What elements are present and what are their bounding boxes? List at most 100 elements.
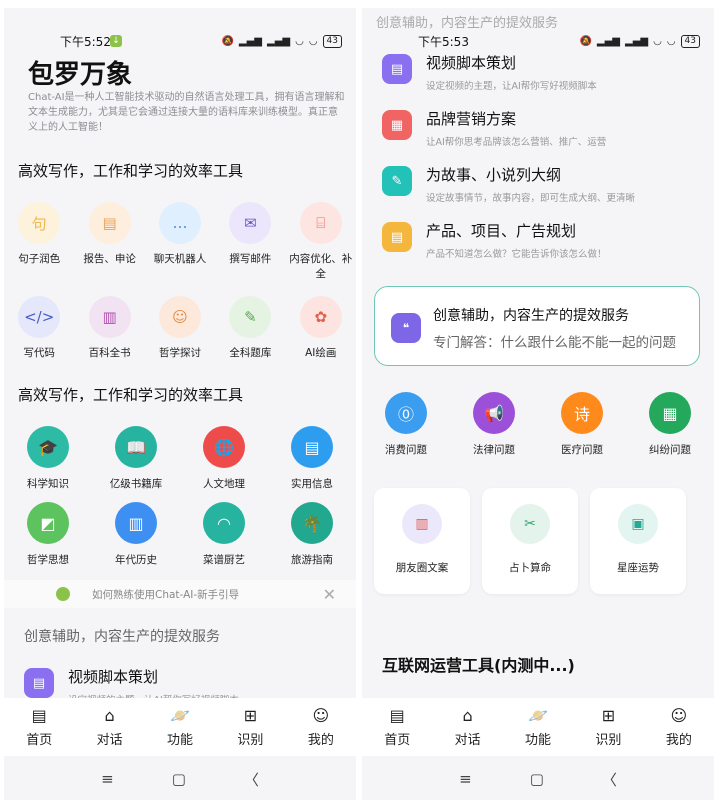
creative-list-item[interactable]: ▦ 品牌营销方案 让AI帮你思考品牌该怎么营销、推广、运营 xyxy=(382,108,606,148)
tools-section-title: 互联网运营工具(内测中...) xyxy=(382,656,575,675)
back-icon[interactable]: 〈 xyxy=(244,769,259,790)
tool-item[interactable]: ▥ 百科全书 xyxy=(74,296,144,390)
list-item-icon: ✎ xyxy=(382,166,412,196)
problem-grid: ⓪ 消费问题 📢 法律问题 诗医疗问题 ▦ 纠纷问题 xyxy=(362,392,714,468)
tool-label: 句子润色 xyxy=(18,253,61,265)
tool-item[interactable]: ✉ 撰写邮件 xyxy=(215,202,285,296)
knowledge-item[interactable]: ▥ 年代历史 xyxy=(92,502,180,578)
tab-chat[interactable]: ⌂ 对话 xyxy=(432,698,502,756)
tool-item[interactable]: ☺ 哲学探讨 xyxy=(145,296,215,390)
tool-item[interactable]: ⌸ 内容优化、补全 xyxy=(286,202,356,296)
problem-item[interactable]: ▦ 纠纷问题 xyxy=(626,392,714,468)
list-item-subtitle: 设定故事情节，故事内容，即可生成大纲、更清晰 xyxy=(426,193,636,204)
list-item-title: 产品、项目、广告规划 xyxy=(426,222,577,240)
home-icon: ▤ xyxy=(389,706,405,725)
tool-icon: ✎ xyxy=(229,296,272,338)
creative-section-title: 创意辅助，内容生产的提效服务 xyxy=(24,629,220,645)
back-icon[interactable]: 〈 xyxy=(602,769,617,790)
tab-features[interactable]: 🪐 功能 xyxy=(145,698,215,756)
knowledge-item[interactable]: ▤ 实用信息 xyxy=(268,426,356,502)
planet-icon: 🪐 xyxy=(170,706,190,725)
tab-recognize[interactable]: ⊞ 识别 xyxy=(573,698,643,756)
knowledge-icon: 🎓 xyxy=(27,426,69,468)
knowledge-label: 实用信息 xyxy=(291,478,333,490)
problem-item[interactable]: 诗医疗问题 xyxy=(538,392,626,468)
tab-label: 首页 xyxy=(384,733,411,748)
creative-list-item[interactable]: ▤ 产品、项目、广告规划 产品不知道怎么做？它能告诉你该怎么做！ xyxy=(382,220,607,260)
tool-item[interactable]: 句句子润色 xyxy=(4,202,74,296)
tab-home[interactable]: ▤ 首页 xyxy=(362,698,432,756)
bottom-tab-bar: ▤ 首页 ⌂ 对话 🪐 功能 ⊞ 识别 ☺ 我的 xyxy=(4,698,356,756)
tab-recognize[interactable]: ⊞ 识别 xyxy=(215,698,285,756)
tool-item[interactable]: ✿ AI绘画 xyxy=(286,296,356,390)
problem-item[interactable]: ⓪ 消费问题 xyxy=(362,392,450,468)
left-screen: 下午5:52 ↓ 🔕 ▂▄▆ ▂▄▆ ◡ ◡ 43 包罗万象 Chat-AI是一… xyxy=(4,8,356,800)
menu-icon[interactable]: ≡ xyxy=(101,770,114,788)
knowledge-item[interactable]: 🌴 旅游指南 xyxy=(268,502,356,578)
feature-card[interactable]: ▣ 星座运势 xyxy=(590,488,686,594)
creative-service-card[interactable]: ❝ 创意辅助，内容生产的提效服务 专门解答：什么跟什么能不能一起的问题 xyxy=(374,286,700,366)
wifi-icon: ◡ xyxy=(653,35,662,47)
tool-label: AI绘画 xyxy=(305,347,337,359)
knowledge-label: 年代历史 xyxy=(115,554,157,566)
feature-card[interactable]: ✂ 占卜算命 xyxy=(482,488,578,594)
tab-label: 识别 xyxy=(595,733,622,748)
problem-label: 纠纷问题 xyxy=(649,444,691,456)
list-item-icon: ▤ xyxy=(382,222,412,252)
knowledge-item[interactable]: 🎓 科学知识 xyxy=(4,426,92,502)
battery-icon: 43 xyxy=(322,34,342,48)
list-item-text: 视频脚本策划设定视频的主题，让AI帮你写好视频脚本 xyxy=(426,52,597,92)
tab-features[interactable]: 🪐 功能 xyxy=(503,698,573,756)
home-icon[interactable]: ▢ xyxy=(172,770,186,788)
user-icon: ☺ xyxy=(670,706,688,725)
tab-profile[interactable]: ☺ 我的 xyxy=(286,698,356,756)
menu-icon[interactable]: ≡ xyxy=(459,770,472,788)
problem-item[interactable]: 📢 法律问题 xyxy=(450,392,538,468)
knowledge-item[interactable]: 🌐 人文地理 xyxy=(180,426,268,502)
home-icon: ▤ xyxy=(31,706,47,725)
knowledge-icon: ◩ xyxy=(27,502,69,544)
knowledge-item[interactable]: 📖 亿级书籍库 xyxy=(92,426,180,502)
tab-home[interactable]: ▤ 首页 xyxy=(4,698,74,756)
problem-label: 消费问题 xyxy=(385,444,427,456)
knowledge-label: 科学知识 xyxy=(27,478,69,490)
list-item-icon: ▤ xyxy=(382,54,412,84)
problem-icon: 📢 xyxy=(473,392,515,434)
tool-item[interactable]: ▤ 报告、申论 xyxy=(74,202,144,296)
creative-list-item[interactable]: ✎ 为故事、小说列大纲设定故事情节，故事内容，即可生成大纲、更清晰 xyxy=(382,164,635,204)
tab-chat[interactable]: ⌂ 对话 xyxy=(74,698,144,756)
chat-icon: ⌂ xyxy=(104,706,115,725)
knowledge-label: 旅游指南 xyxy=(291,554,333,566)
problem-label: 法律问题 xyxy=(473,444,515,456)
card-title: 创意辅助，内容生产的提效服务 xyxy=(433,308,629,324)
tab-label: 对话 xyxy=(454,733,481,748)
download-icon: ↓ xyxy=(110,35,122,47)
knowledge-icon: ▤ xyxy=(291,426,333,468)
close-icon[interactable]: ✕ xyxy=(323,585,336,604)
tool-item[interactable]: </> 写代码 xyxy=(4,296,74,390)
wifi-icon: ◡ xyxy=(295,35,304,47)
creative-list-item[interactable]: ▤ 视频脚本策划设定视频的主题，让AI帮你写好视频脚本 xyxy=(382,52,597,92)
system-nav-bar: ≡ ▢ 〈 xyxy=(4,758,356,800)
knowledge-icon: 🌴 xyxy=(291,502,333,544)
section-title-2: 高效写作，工作和学习的效率工具 xyxy=(18,386,244,404)
knowledge-item[interactable]: ◩ 哲学思想 xyxy=(4,502,92,578)
tool-icon: </> xyxy=(18,296,61,338)
list-item-text: 产品、项目、广告规划 产品不知道怎么做？它能告诉你该怎么做！ xyxy=(426,220,607,260)
tool-item[interactable]: ✎ 全科题库 xyxy=(215,296,285,390)
feature-card[interactable]: ▥ 朋友圈文案 xyxy=(374,488,470,594)
home-icon[interactable]: ▢ xyxy=(530,770,544,788)
list-item-icon: ▤ xyxy=(24,668,54,698)
tab-profile[interactable]: ☺ 我的 xyxy=(644,698,714,756)
list-item-title: 为故事、小说列大纲 xyxy=(426,166,562,184)
mute-icon: 🔕 xyxy=(579,35,592,47)
tool-item[interactable]: … 聊天机器人 xyxy=(145,202,215,296)
knowledge-label: 亿级书籍库 xyxy=(109,478,163,490)
tool-icon: ✿ xyxy=(299,296,342,338)
knowledge-item[interactable]: ◠ 菜谱厨艺 xyxy=(180,502,268,578)
tool-icon: ▥ xyxy=(88,296,131,338)
tab-label: 我的 xyxy=(665,733,692,748)
signal-icon: ▂▄▆ xyxy=(238,35,262,47)
guide-banner[interactable]: 如何熟练使用Chat-AI-新手引导 ✕ xyxy=(4,580,356,608)
knowledge-label: 人文地理 xyxy=(203,478,245,490)
